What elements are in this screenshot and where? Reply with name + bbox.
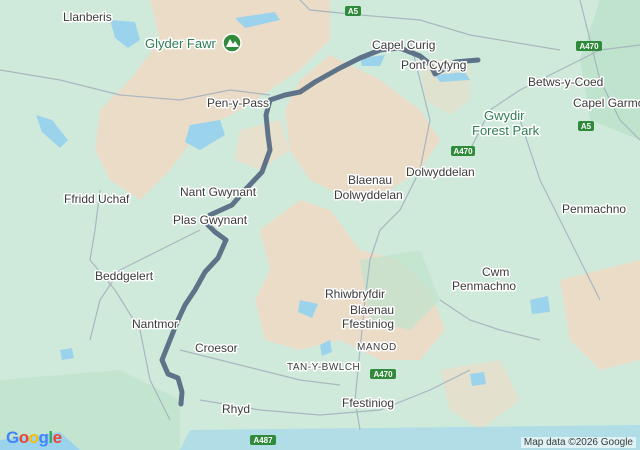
place-nantmor: Nantmor <box>132 317 178 331</box>
place-rhiwbryfdir: Rhiwbryfdir <box>325 287 385 301</box>
svg-text:A470: A470 <box>453 147 473 156</box>
svg-text:A470: A470 <box>579 42 599 51</box>
mountain-peak-icon[interactable] <box>222 33 242 53</box>
place-betws-y-coed: Betws-y-Coed <box>528 75 603 89</box>
place-plas-gwynant: Plas Gwynant <box>173 213 248 227</box>
svg-text:A487: A487 <box>253 436 273 445</box>
svg-text:A5: A5 <box>581 122 592 131</box>
peak-label: Glyder Fawr <box>145 36 216 51</box>
place-llanberis: Llanberis <box>63 10 112 24</box>
road-shield-a5-right: A5 <box>578 121 594 131</box>
place-cwm-line1: Cwm <box>482 265 509 279</box>
place-pen-y-pass: Pen-y-Pass <box>207 96 269 110</box>
road-shield-a470-top: A470 <box>576 41 602 51</box>
place-capel-garmo: Capel Garmo <box>573 96 640 110</box>
road-shield-a470-low: A470 <box>370 369 396 379</box>
place-rhyd: Rhyd <box>222 402 250 416</box>
place-nant-gwynant: Nant Gwynant <box>180 185 257 199</box>
place-dolwyddelan: Dolwyddelan <box>406 165 475 179</box>
place-manod: MANOD <box>357 342 397 353</box>
svg-text:A5: A5 <box>348 7 359 16</box>
place-blaenau-ffestiniog-line2: Ffestiniog <box>342 317 394 331</box>
place-ffridd-uchaf: Ffridd Uchaf <box>64 192 130 206</box>
place-croesor: Croesor <box>195 341 238 355</box>
place-blaenau-dolwyddelan-line1: Blaenau <box>348 173 392 187</box>
map-attribution[interactable]: Map data ©2026 Google <box>520 437 636 448</box>
google-logo[interactable]: Google <box>6 428 62 448</box>
place-tan-y-bwlch: TAN-Y-BWLCH <box>287 362 360 373</box>
park-label-line2: Forest Park <box>472 123 540 138</box>
map-canvas[interactable]: A5 A470 A5 A470 A470 A487 Glyder Fawr Gw… <box>0 0 640 450</box>
svg-text:A470: A470 <box>373 370 393 379</box>
place-blaenau-dolwyddelan-line2: Dolwyddelan <box>334 188 403 202</box>
place-penmachno: Penmachno <box>562 202 626 216</box>
place-beddgelert: Beddgelert <box>95 269 154 283</box>
road-shield-a5-top: A5 <box>345 6 361 16</box>
park-label-line1: Gwydir <box>484 108 525 123</box>
place-blaenau-ffestiniog-line1: Blaenau <box>350 303 394 317</box>
road-shield-a487: A487 <box>250 435 276 445</box>
road-shield-a470-mid: A470 <box>451 146 475 156</box>
place-capel-curig: Capel Curig <box>372 38 435 52</box>
place-pont-cyfyng: Pont Cyfyng <box>401 58 466 72</box>
place-ffestiniog: Ffestiniog <box>342 396 394 410</box>
place-cwm-line2: Penmachno <box>452 279 516 293</box>
google-logo-text: Google <box>6 428 62 447</box>
